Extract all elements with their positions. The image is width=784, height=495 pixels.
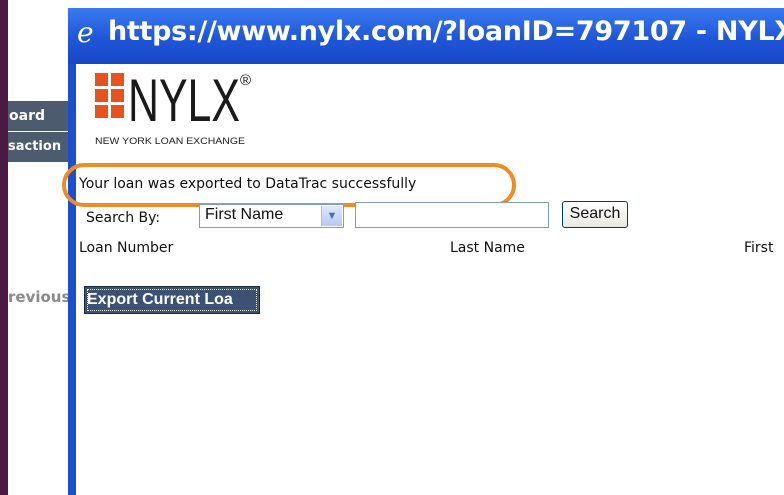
search-by-select[interactable]: First Name ▼ (199, 204, 344, 228)
window-title: https://www.nylx.com/?loanID=797107 - NY… (108, 16, 784, 47)
search-input[interactable] (355, 202, 549, 228)
background-nav-item[interactable]: saction (8, 132, 70, 162)
search-by-value: First Name (205, 206, 284, 223)
column-header-last-name: Last Name (450, 240, 525, 256)
window-title-bar[interactable]: e https://www.nylx.com/?loanID=797107 - … (68, 8, 784, 64)
background-nav-item[interactable]: oard (8, 101, 70, 131)
background-nav-item-label: oard (9, 108, 45, 124)
search-by-label: Search By: (86, 210, 161, 226)
export-current-loan-button[interactable]: Export Current Loa (84, 286, 260, 314)
search-button[interactable]: Search (562, 201, 628, 228)
background-previous-link[interactable]: revious (8, 288, 70, 306)
column-header-loan-number: Loan Number (79, 240, 174, 256)
nylx-logo: NYLX ® NEW YORK LOAN EXCHANGE (95, 71, 251, 147)
logo-tagline: NEW YORK LOAN EXCHANGE (95, 136, 245, 147)
registered-mark: ® (240, 72, 251, 89)
focus-outline (87, 289, 257, 311)
background-nav-item-label: saction (8, 139, 62, 154)
chevron-down-icon[interactable]: ▼ (321, 206, 342, 226)
logo-brand: NYLX (128, 71, 240, 134)
ie-e-icon: e (77, 16, 94, 49)
window-content: NYLX ® NEW YORK LOAN EXCHANGE Your loan … (62, 64, 784, 495)
column-header-first-name: First (744, 240, 774, 256)
export-success-message: Your loan was exported to DataTrac succe… (79, 176, 417, 192)
